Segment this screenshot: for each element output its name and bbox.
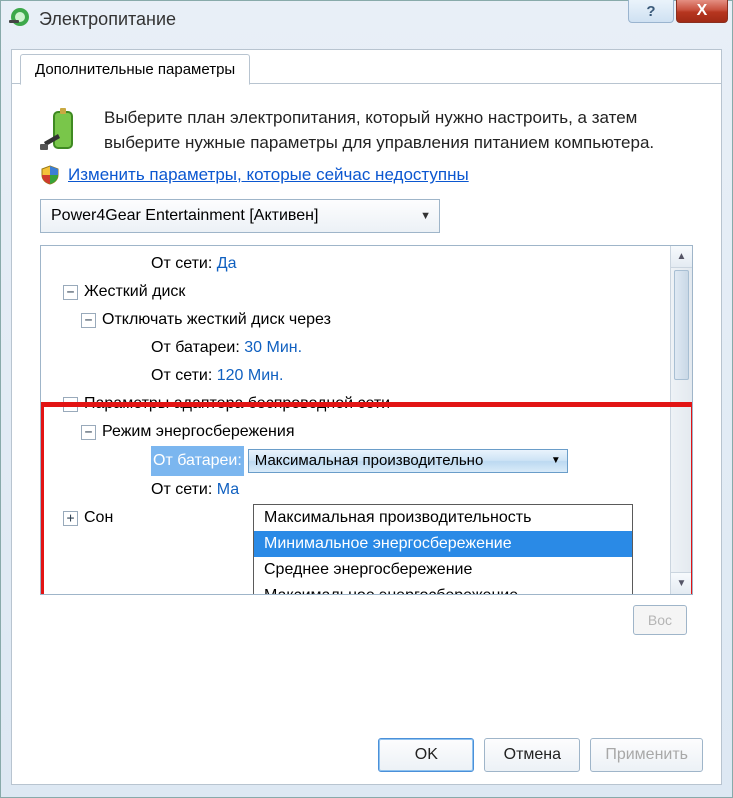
tree-node-wifi-adapter[interactable]: − Параметры адаптера беспроводной сети bbox=[53, 390, 692, 418]
expand-icon[interactable]: + bbox=[63, 511, 78, 526]
collapse-icon[interactable]: − bbox=[81, 425, 96, 440]
dropdown-option[interactable]: Максимальная производительность bbox=[254, 505, 632, 531]
settings-tree: ▲ ▼ От сети: Да − Жесткий диск − bbox=[40, 245, 693, 595]
shield-icon bbox=[40, 165, 60, 185]
power-options-window: Электропитание ? X Дополнительные параме… bbox=[0, 0, 733, 798]
tree-row[interactable]: От сети: 120 Мин. bbox=[53, 362, 692, 390]
tree-row[interactable]: От сети: Ма bbox=[53, 476, 692, 504]
scroll-thumb[interactable] bbox=[674, 270, 689, 380]
tree-row[interactable]: От батареи: 30 Мин. bbox=[53, 334, 692, 362]
tree-node-turn-off-disk[interactable]: − Отключать жесткий диск через bbox=[53, 306, 692, 334]
dialog-body: Дополнительные параметры Выберите план э… bbox=[11, 49, 722, 785]
tree-row-selected[interactable]: От батареи: Максимальная производительно… bbox=[53, 446, 692, 476]
dropdown-option[interactable]: Максимальное энергосбережение bbox=[254, 583, 632, 595]
scroll-down-button[interactable]: ▼ bbox=[671, 572, 692, 594]
close-button[interactable]: X bbox=[676, 0, 728, 23]
help-button[interactable]: ? bbox=[628, 0, 674, 23]
intro-block: Выберите план электропитания, который ну… bbox=[40, 106, 693, 155]
tab-advanced-settings[interactable]: Дополнительные параметры bbox=[20, 54, 250, 85]
collapse-icon[interactable]: − bbox=[63, 397, 78, 412]
tab-strip: Дополнительные параметры bbox=[12, 50, 721, 84]
tree-row[interactable]: От сети: Да bbox=[53, 250, 692, 278]
chevron-down-icon: ▼ bbox=[420, 210, 431, 222]
tree-node-hard-disk[interactable]: − Жесткий диск bbox=[53, 278, 692, 306]
battery-mode-combo[interactable]: Максимальная производительно ▼ bbox=[248, 449, 568, 473]
power-plan-combo[interactable]: Power4Gear Entertainment [Активен] ▼ bbox=[40, 199, 440, 233]
collapse-icon[interactable]: − bbox=[63, 285, 78, 300]
tab-content: Выберите план электропитания, который ну… bbox=[12, 84, 721, 635]
dialog-button-row: OK Отмена Применить bbox=[12, 738, 721, 772]
power-plan-selected: Power4Gear Entertainment [Активен] bbox=[51, 207, 318, 225]
intro-text: Выберите план электропитания, который ну… bbox=[104, 106, 693, 155]
scroll-up-button[interactable]: ▲ bbox=[671, 246, 692, 268]
chevron-down-icon: ▼ bbox=[551, 447, 561, 475]
scrollbar[interactable]: ▲ ▼ bbox=[670, 246, 692, 594]
apply-button[interactable]: Применить bbox=[590, 738, 703, 772]
window-title: Электропитание bbox=[39, 9, 176, 30]
mode-dropdown[interactable]: Максимальная производительность Минималь… bbox=[253, 504, 633, 595]
restore-defaults-button[interactable]: Вос bbox=[633, 605, 687, 635]
power-icon bbox=[9, 6, 31, 33]
uac-link[interactable]: Изменить параметры, которые сейчас недос… bbox=[68, 165, 469, 185]
tree-node-power-saving-mode[interactable]: − Режим энергосбережения bbox=[53, 418, 692, 446]
titlebar[interactable]: Электропитание bbox=[1, 1, 732, 37]
dropdown-option[interactable]: Минимальное энергосбережение bbox=[254, 531, 632, 557]
cancel-button[interactable]: Отмена bbox=[484, 738, 580, 772]
collapse-icon[interactable]: − bbox=[81, 313, 96, 328]
ok-button[interactable]: OK bbox=[378, 738, 474, 772]
battery-icon bbox=[40, 106, 88, 154]
uac-row: Изменить параметры, которые сейчас недос… bbox=[40, 165, 693, 185]
dropdown-option[interactable]: Среднее энергосбережение bbox=[254, 557, 632, 583]
